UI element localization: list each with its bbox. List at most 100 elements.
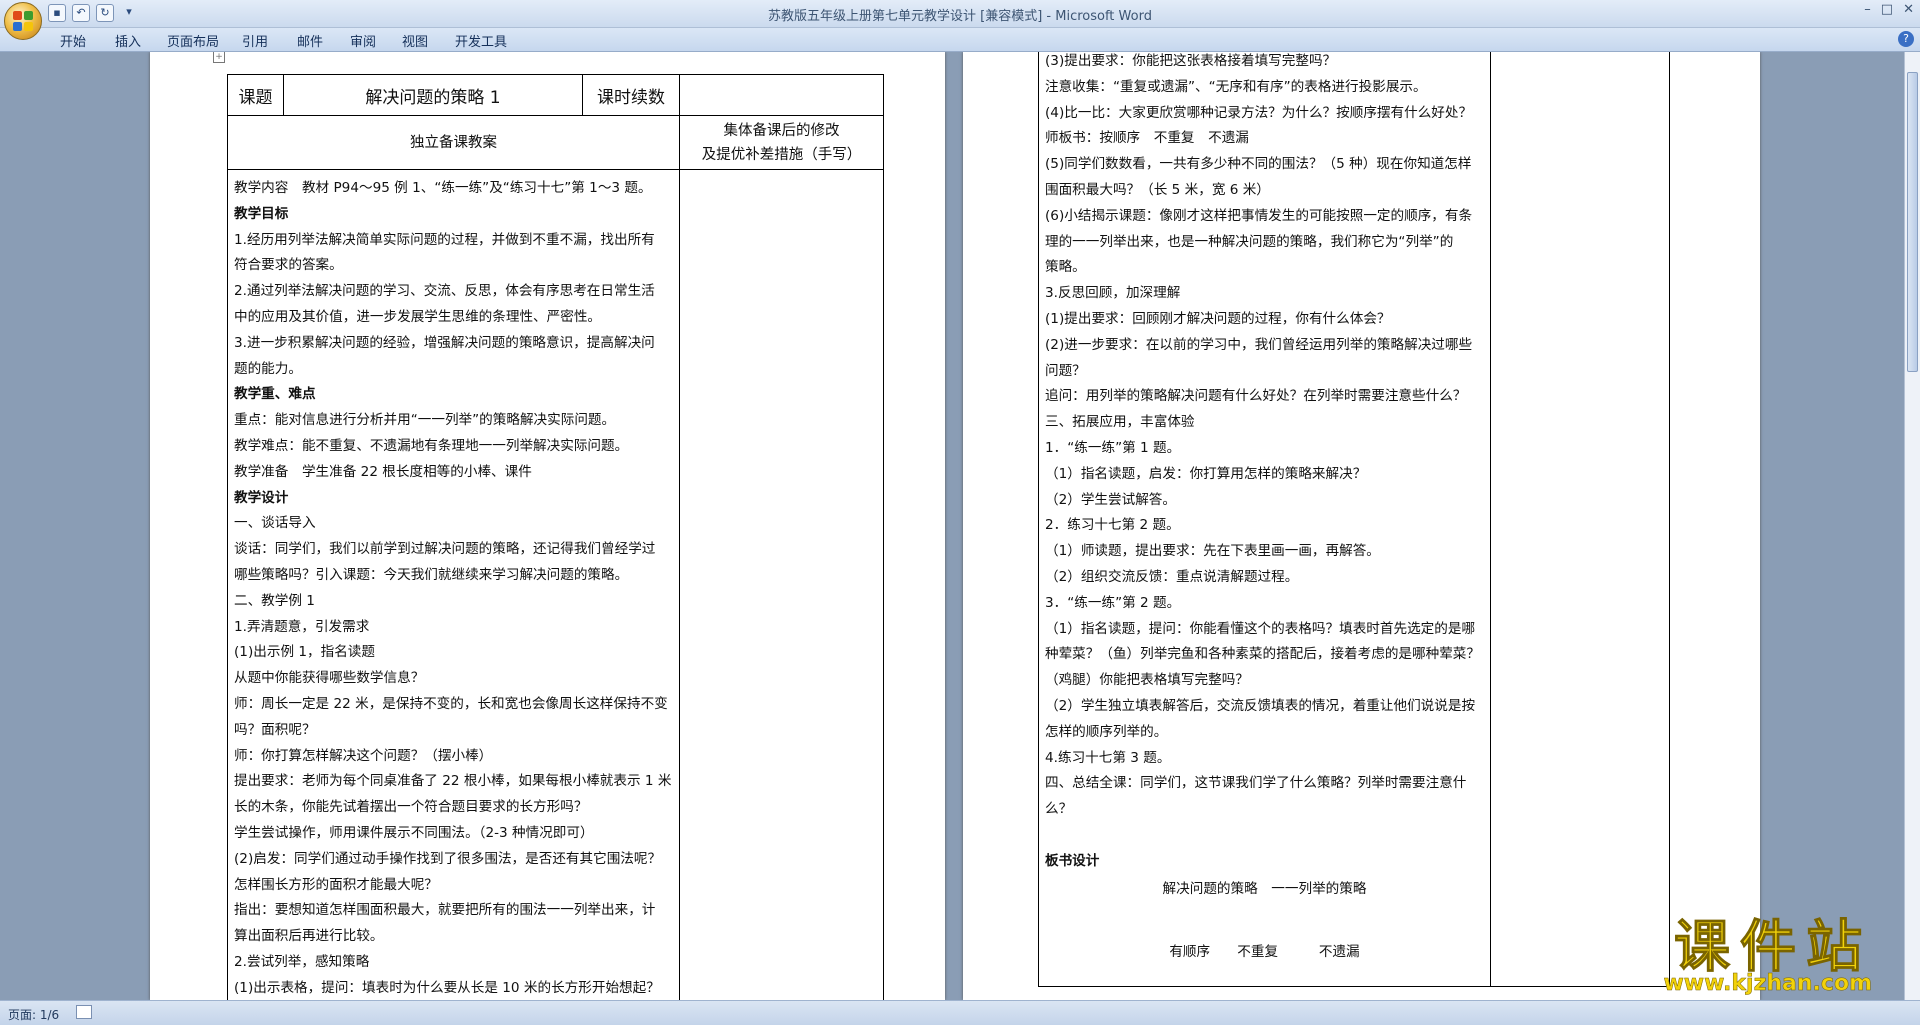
tab-references[interactable]: 引用 [242,31,268,50]
page1-line: 哪些策略吗？引入课题：今天我们就继续来学习解决问题的策略。 [234,566,629,583]
page1-text: 教学内容 教材 P94～95 例 1、“练一练”及“练习十七”第 1～3 题。教… [234,176,673,1000]
scrollbar-thumb[interactable] [1907,72,1918,372]
page2-line: 4.练习十七第 3 题。 [1045,749,1171,766]
page1-line: 吗？面积呢？ [234,721,316,738]
notes-cell-2[interactable] [1490,52,1670,987]
page2-line: 么？ [1045,801,1073,818]
page2-line: （鸡腿）你能把表格填写完整吗？ [1045,672,1249,689]
tab-insert[interactable]: 插入 [115,31,141,50]
page1-line: 师：你打算怎样解决这个问题？（摆小棒） [234,747,493,764]
page2-line: （1）指名读题，提问：你能看懂这个的表格吗？填表时首先选定的是哪 [1045,620,1476,637]
status-bar: 页面: 1/6 [0,1000,1920,1025]
page1-line: 题的能力。 [234,360,302,377]
page1-line: 指出：要想知道怎样围面积最大，就要把所有的围法一一列举出来，计 [234,902,656,919]
page2-line: 问题？ [1045,362,1086,379]
help-icon[interactable]: ? [1898,31,1914,47]
lesson-plan-table-continued: (3)提出要求：你能把这张表格接着填写完整吗？ 注意收集：“重复或遗漏”、“无序和… [1038,52,1670,987]
page1-line: 算出面积后再进行比较。 [234,928,384,945]
page2-line: (1)提出要求：回顾刚才解决问题的过程，你有什么体会？ [1045,310,1391,327]
page2-line: 注意收集：“重复或遗漏”、“无序和有序”的表格进行投影展示。 [1045,78,1427,95]
page1-line: 中的应用及其价值，进一步发展学生思维的条理性、严密性。 [234,308,602,325]
close-icon[interactable]: ✕ [1903,2,1914,17]
page2-line: 围面积最大吗？（长 5 米，宽 6 米） [1045,181,1270,198]
ribbon-tabs: 开始 插入 页面布局 引用 邮件 审阅 视图 开发工具 ? [0,28,1920,52]
page2-line: 2．练习十七第 2 题。 [1045,517,1180,534]
page2-line: 种荤菜？（鱼）列举完鱼和各种素菜的搭配后，接着考虑的是哪种荤菜？ [1045,646,1480,663]
page1-line: 教学设计 [234,489,289,506]
tab-home[interactable]: 开始 [60,31,86,50]
page1-line: 1.弄清题意，引发需求 [234,618,370,635]
notes-label: 集体备课后的修改 [723,122,840,139]
page1-line: 教学目标 [234,205,289,222]
page1-line: 教学准备 学生准备 22 根长度相等的小棒、课件 [234,463,532,480]
notes-header: 集体备课后的修改 及提优补差措施（手写） [679,115,884,170]
page2-line: 板书设计 [1045,852,1100,869]
page2-line: （1）指名读题，启发：你打算用怎样的策略来解决？ [1045,465,1367,482]
page2-line: 理的一一列举出来，也是一种解决问题的策略，我们称它为“列举”的 [1045,233,1454,250]
page1-line: 重点：能对信息进行分析并用“一一列举”的策略解决实际问题。 [234,412,616,429]
page1-line: 教学重、难点 [234,386,316,403]
page1-line: 从题中你能获得哪些数学信息？ [234,670,425,687]
page2-line: (4)比一比：大家更欣赏哪种记录方法？为什么？按顺序摆有什么好处？ [1045,104,1473,121]
page1-line: 师：周长一定是 22 米，是保持不变的，长和宽也会像周长这样保持不变 [234,695,668,712]
page1-line: 一、谈话导入 [234,515,316,532]
title-bar: ▪ ↶ ↻ ▾ 苏教版五年级上册第七单元教学设计 [兼容模式] - Micros… [0,0,1920,40]
page2-line: 三、拓展应用，丰富体验 [1045,414,1195,431]
prep-label: 独立备课教案 [227,115,680,170]
window-title: 苏教版五年级上册第七单元教学设计 [兼容模式] - Microsoft Word [768,9,1152,24]
page2-line: 策略。 [1045,259,1086,276]
watermark-logo: 课件站 www.kjzhan.com [1663,914,1872,997]
logo-url: www.kjzhan.com [1663,971,1872,997]
page2-line: （2）学生独立填表解答后，交流反馈填表的情况，着重让他们说说是按 [1045,697,1476,714]
logo-text: 课件站 [1674,914,1872,980]
page2-line: (2)进一步要求：在以前的学习中，我们曾经运用列举的策略解决过哪些 [1045,336,1473,353]
page1-line: 2.通过列举法解决问题的学习、交流、反思，体会有序思考在日常生活 [234,283,655,300]
notes-cell[interactable] [679,169,884,1000]
notes-label-2: 及提优补差措施（手写） [701,146,862,163]
page-indicator[interactable]: 页面: 1/6 [8,1006,59,1023]
page1-line: 学生尝试操作，师用课件展示不同围法。（2-3 种情况即可） [234,824,594,841]
tab-developer[interactable]: 开发工具 [455,31,507,50]
page1-line: 怎样围长方形的面积才能最大呢？ [234,876,438,893]
page1-line: 教学难点：能不重复、不遗漏地有条理地一一列举解决实际问题。 [234,437,629,454]
page2-line: 师板书：按顺序 不重复 不遗漏 [1045,130,1249,147]
page2-line [1045,823,1484,849]
page1-line: (1)出示表格，提问：填表时为什么要从长是 10 米的长方形开始想起？ [234,979,660,996]
proofing-icon[interactable] [76,1005,92,1019]
lesson-body-cell-2[interactable]: (3)提出要求：你能把这张表格接着填写完整吗？ 注意收集：“重复或遗漏”、“无序和… [1038,52,1491,987]
tab-mailings[interactable]: 邮件 [297,31,323,50]
tab-page-layout[interactable]: 页面布局 [167,31,219,50]
tab-view[interactable]: 视图 [402,31,428,50]
minimize-icon[interactable]: – [1864,2,1871,17]
table-move-handle-icon[interactable]: + [213,52,225,63]
document-area: + 课题 解决问题的策略 1 课时续数 独立备课教案 集体备课后的修改 及提优补… [0,52,1904,1000]
page1-line: 3.进一步积累解决问题的经验，增强解决问题的策略意识，提高解决问 [234,334,655,351]
topic-title: 解决问题的策略 1 [283,74,583,116]
board-items: 有顺序 不重复 不遗漏 [1169,944,1360,961]
page2-line: （2）学生尝试解答。 [1045,491,1176,508]
page2-line: 3．“练一练”第 2 题。 [1045,594,1181,611]
page2-line: （1）师读题，提出要求：先在下表里画一画，再解答。 [1045,543,1380,560]
vertical-scrollbar[interactable] [1904,52,1920,1000]
lesson-plan-table: 课题 解决问题的策略 1 课时续数 独立备课教案 集体备课后的修改 及提优补差措… [227,74,884,1000]
page2-line: 四、总结全课：同学们，这节课我们学了什么策略？列举时需要注意什 [1045,775,1467,792]
page1-line: 1.经历用列举法解决简单实际问题的过程，并做到不重不漏，找出所有 [234,231,655,248]
page2-line: 1．“练一练”第 1 题。 [1045,439,1181,456]
office-button[interactable] [4,2,42,40]
page2-line: (6)小结揭示课题：像刚才这样把事情发生的可能按照一定的顺序，有条 [1045,207,1473,224]
page2-text: (3)提出要求：你能把这张表格接着填写完整吗？ 注意收集：“重复或遗漏”、“无序和… [1045,52,1484,875]
page2-line: 追问：用列举的策略解决问题有什么好处？在列举时需要注意些什么？ [1045,388,1467,405]
page1-line: 提出要求：老师为每个同桌准备了 22 根小棒，如果每根小棒就表示 1 米 [234,773,672,790]
page-2: (3)提出要求：你能把这张表格接着填写完整吗？ 注意收集：“重复或遗漏”、“无序和… [963,52,1760,1000]
tab-review[interactable]: 审阅 [350,31,376,50]
page1-line: 2.尝试列举，感知策略 [234,953,370,970]
board-title: 解决问题的策略 一一列举的策略 [1162,880,1367,897]
page2-line: (5)同学们数数看，一共有多少种不同的围法？（5 种）现在你知道怎样 [1045,156,1472,173]
page1-line: 符合要求的答案。 [234,257,343,274]
maximize-icon[interactable]: □ [1881,2,1893,17]
page2-line: （2）组织交流反馈：重点说清解题过程。 [1045,568,1299,585]
office-logo-icon [13,11,33,31]
page2-line: 3.反思回顾，加深理解 [1045,285,1181,302]
page2-line: (3)提出要求：你能把这张表格接着填写完整吗？ [1045,53,1337,69]
lesson-body-cell[interactable]: 教学内容 教材 P94～95 例 1、“练一练”及“练习十七”第 1～3 题。教… [227,169,680,1000]
